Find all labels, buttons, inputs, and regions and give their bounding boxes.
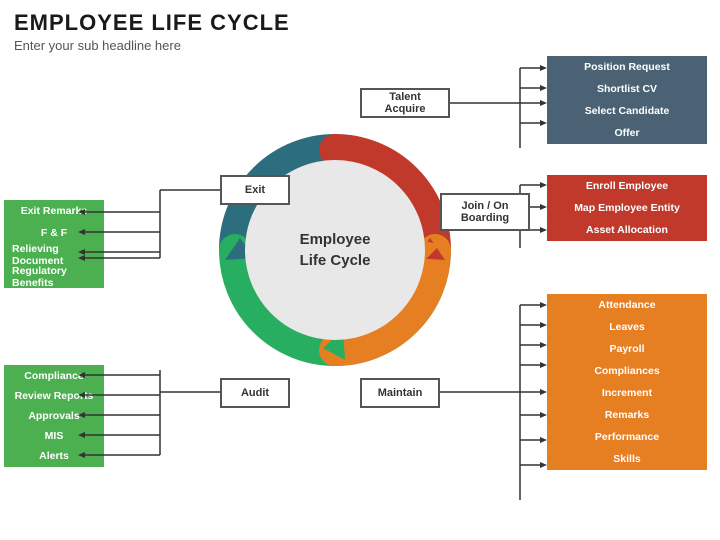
- relieving-doc-box: Relieving Document: [4, 244, 104, 266]
- page: EMPLOYEE LIFE CYCLE Enter your sub headl…: [0, 0, 720, 540]
- maintain-box: Maintain: [360, 378, 440, 408]
- audit-box: Audit: [220, 378, 290, 408]
- compliance-box: Compliance: [4, 365, 104, 387]
- map-employee-entity-box: Map Employee Entity: [547, 197, 707, 219]
- select-candidate-box: Select Candidate: [547, 100, 707, 122]
- attendance-box: Attendance: [547, 294, 707, 316]
- alerts-box: Alerts: [4, 445, 104, 467]
- remarks-box: Remarks: [547, 404, 707, 426]
- talent-acquire-box: Talent Acquire: [360, 88, 450, 118]
- exit-remarks-box: Exit Remarks: [4, 200, 104, 222]
- offer-box: Offer: [547, 122, 707, 144]
- compliances-box: Compliances: [547, 360, 707, 382]
- position-request-box: Position Request: [547, 56, 707, 78]
- exit-box: Exit: [220, 175, 290, 205]
- regulatory-benefits-box: Regulatory Benefits: [4, 266, 104, 288]
- skills-box: Skills: [547, 448, 707, 470]
- enroll-employee-box: Enroll Employee: [547, 175, 707, 197]
- f-and-f-box: F & F: [4, 222, 104, 244]
- payroll-box: Payroll: [547, 338, 707, 360]
- shortlist-cv-box: Shortlist CV: [547, 78, 707, 100]
- leaves-box: Leaves: [547, 316, 707, 338]
- asset-allocation-box: Asset Allocation: [547, 219, 707, 241]
- performance-box: Performance: [547, 426, 707, 448]
- mis-box: MIS: [4, 425, 104, 447]
- increment-box: Increment: [547, 382, 707, 404]
- join-boarding-box: Join / On Boarding: [440, 193, 530, 231]
- approvals-box: Approvals: [4, 405, 104, 427]
- review-reports-box: Review Reports: [4, 385, 104, 407]
- center-text: Employee Life Cycle: [300, 229, 371, 271]
- page-title: EMPLOYEE LIFE CYCLE: [14, 10, 290, 36]
- sub-headline: Enter your sub headline here: [14, 38, 181, 53]
